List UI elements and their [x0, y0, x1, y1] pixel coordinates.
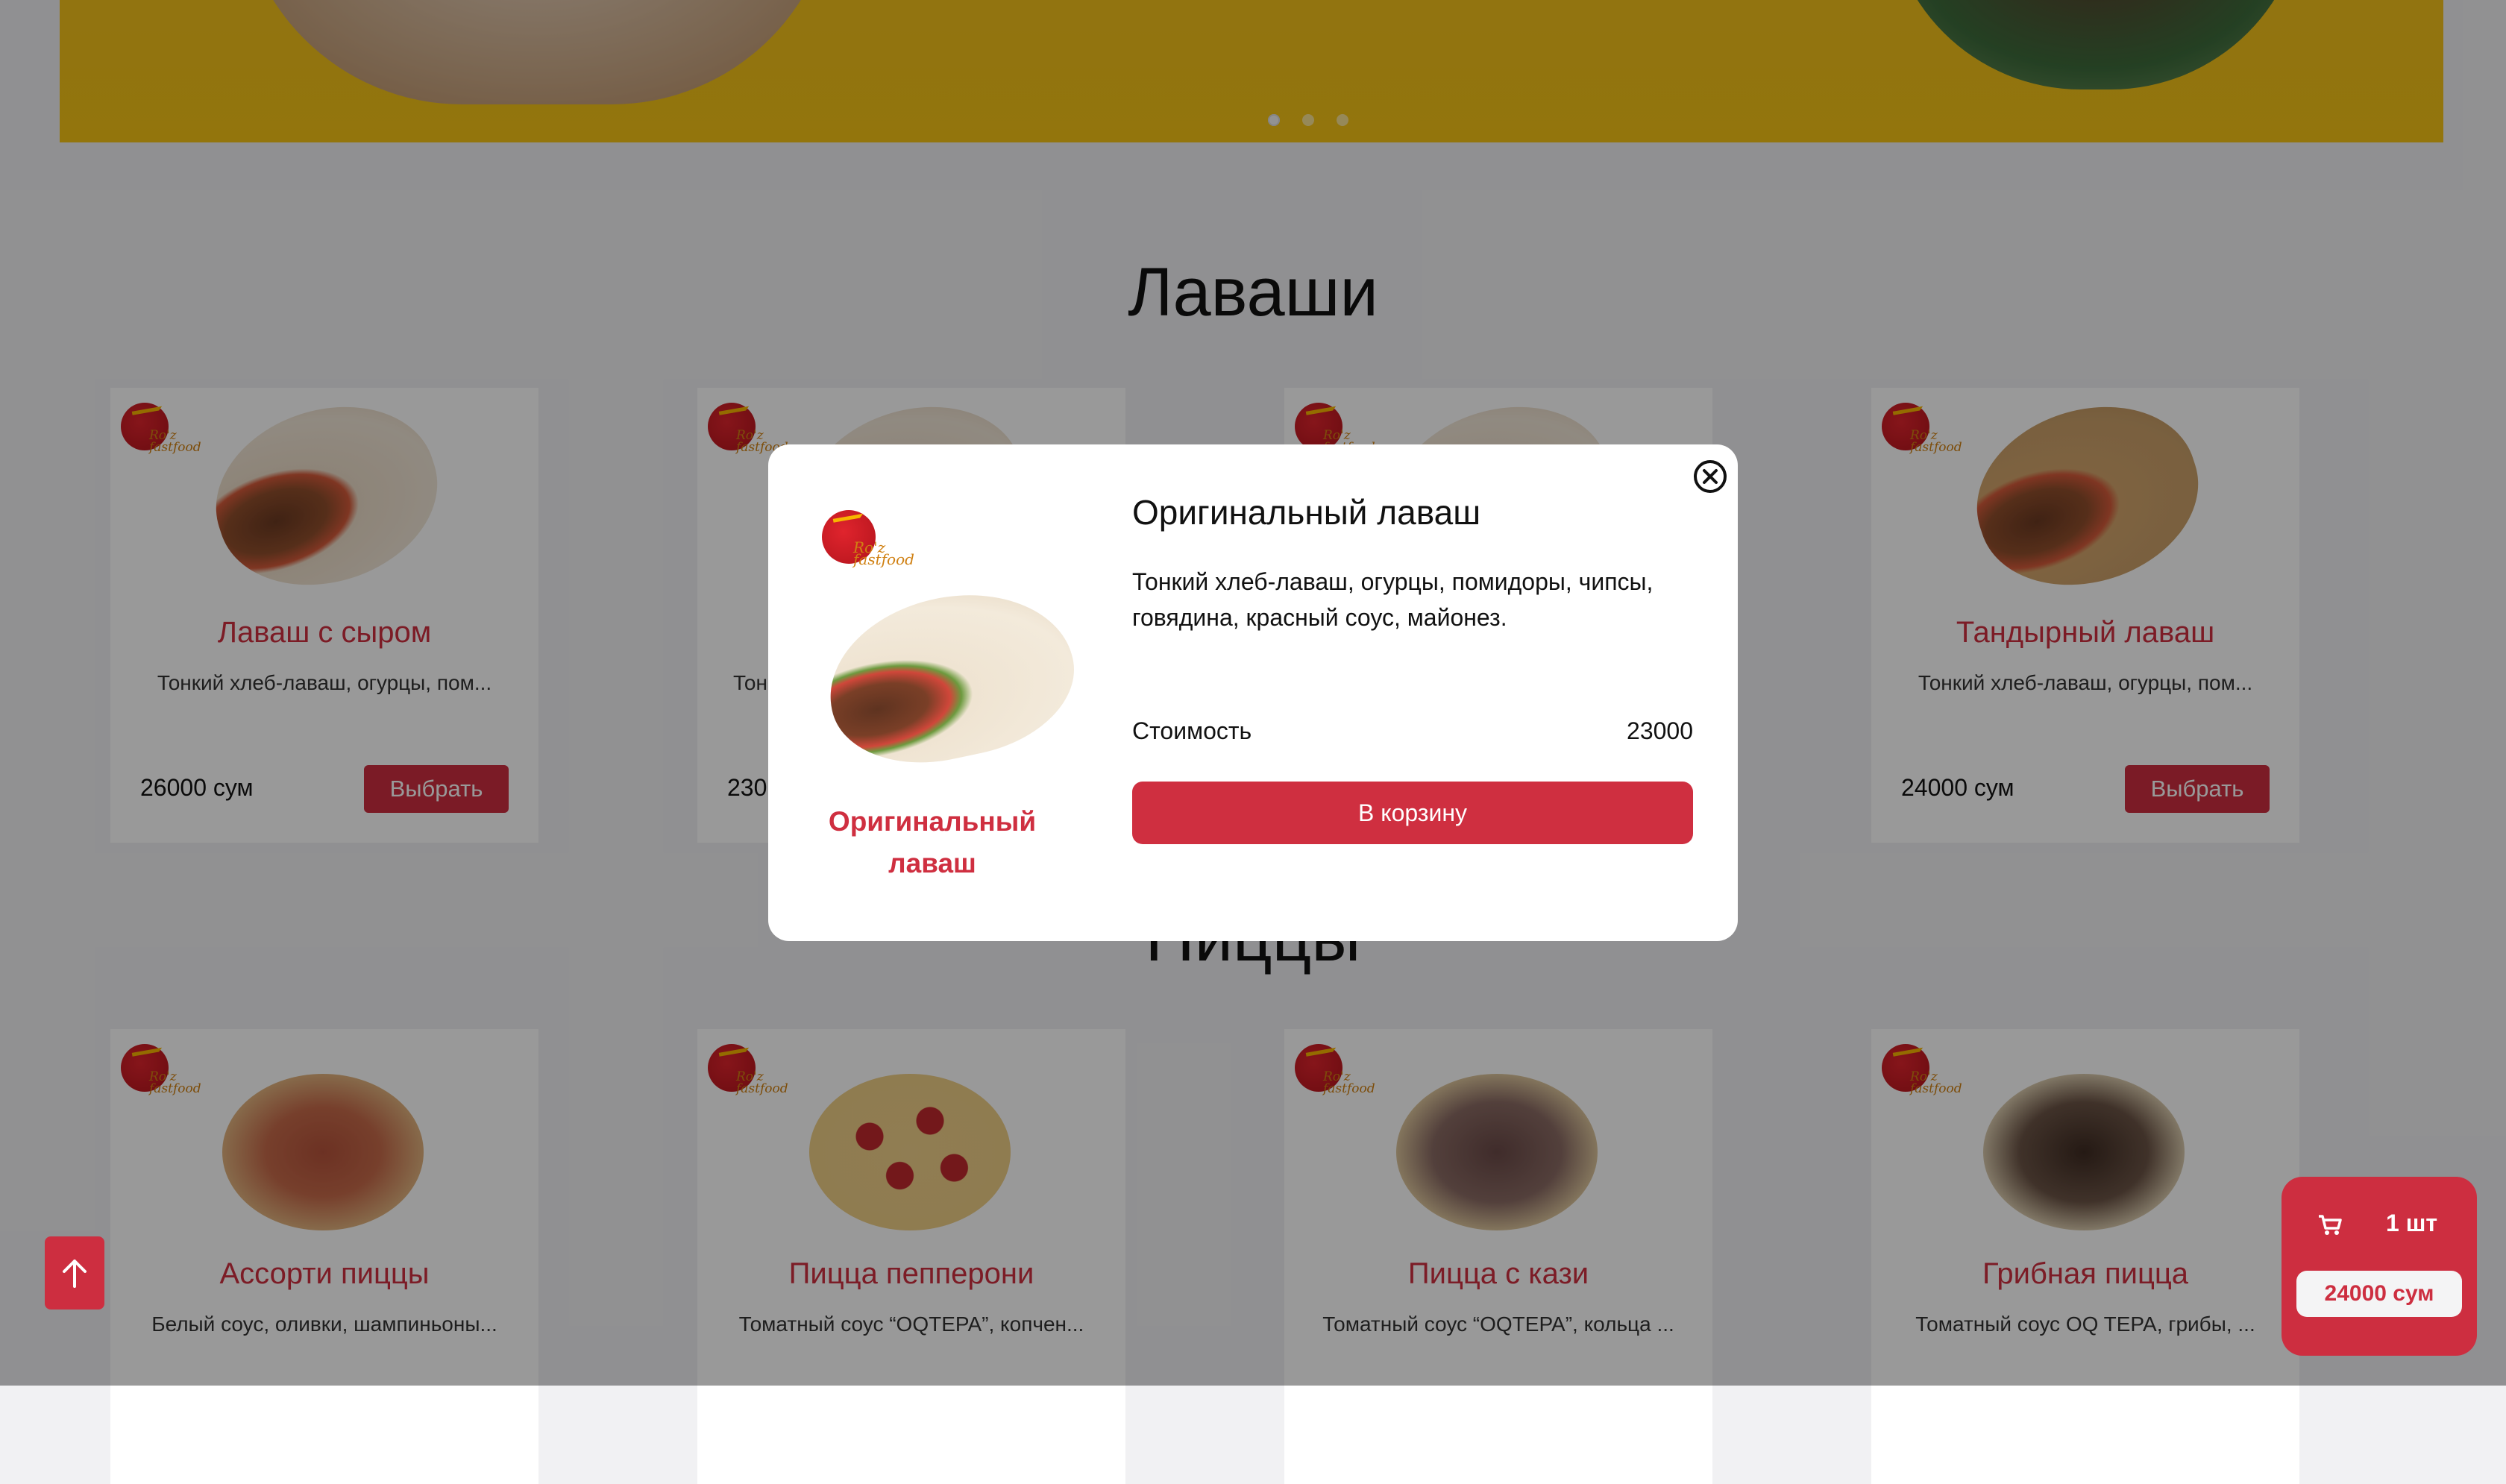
product-image: [814, 573, 1088, 782]
cost-label: Стоимость: [1132, 717, 1252, 744]
modal-image-caption: Оригинальный лаваш: [828, 806, 1037, 878]
add-to-cart-button[interactable]: В корзину: [1132, 782, 1693, 844]
cart-count: 1 шт: [2386, 1210, 2438, 1236]
arrow-up-icon: [63, 1260, 87, 1288]
close-button[interactable]: [1692, 458, 1729, 495]
modal-description: Тонкий хлеб-лаваш, огурцы, помидоры, чип…: [1132, 568, 1654, 631]
close-circle-icon: [1694, 460, 1727, 493]
cart-widget[interactable]: 1 шт 24000 сум: [2282, 1177, 2477, 1356]
brand-logo: Ro'z fastfood: [822, 510, 914, 577]
cart-total[interactable]: 24000 сум: [2296, 1271, 2462, 1317]
product-modal: Ro'z fastfood Оригинальный лаваш Оригина…: [768, 444, 1738, 941]
modal-title: Оригинальный лаваш: [1132, 493, 1481, 532]
cart-icon: [2319, 1215, 2342, 1235]
scroll-top-button[interactable]: [45, 1236, 104, 1309]
cost-value: 23000: [1627, 717, 1693, 744]
